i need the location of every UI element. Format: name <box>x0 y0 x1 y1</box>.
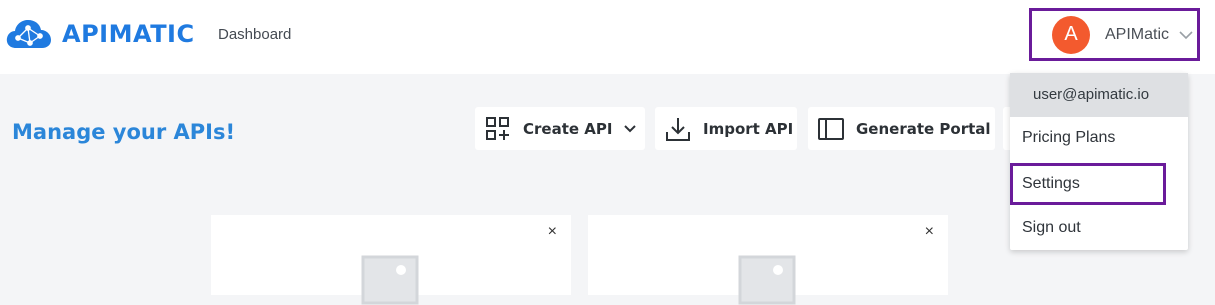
user-menu-toggle[interactable]: A APIMatic <box>1029 8 1200 61</box>
cloud-network-icon <box>6 20 51 48</box>
generate-portal-label: Generate Portal <box>856 119 991 138</box>
user-email: user@apimatic.io <box>1010 73 1188 117</box>
brand-name: APIMATIC <box>62 20 195 48</box>
menu-item-pricing-plans[interactable]: Pricing Plans <box>1022 129 1115 147</box>
generate-portal-button[interactable]: Generate Portal <box>808 107 995 150</box>
api-card[interactable]: × <box>211 215 571 305</box>
user-name: APIMatic <box>1105 25 1170 43</box>
import-api-label: Import API <box>703 119 794 138</box>
user-dropdown-menu: user@apimatic.io Pricing Plans Settings … <box>1010 73 1188 250</box>
menu-item-settings[interactable]: Settings <box>1022 175 1080 193</box>
import-api-button[interactable]: Import API <box>655 107 797 150</box>
nav-dashboard-link[interactable]: Dashboard <box>218 26 291 43</box>
create-api-label: Create API <box>523 119 613 138</box>
chevron-down-icon <box>624 124 637 132</box>
download-icon <box>666 117 690 141</box>
grid-plus-icon <box>486 116 509 140</box>
top-header: APIMATIC Dashboard A APIMatic <box>0 0 1215 74</box>
close-icon[interactable]: × <box>548 223 557 241</box>
chevron-down-icon <box>1179 30 1193 39</box>
avatar: A <box>1052 15 1090 54</box>
create-api-button[interactable]: Create API <box>475 107 645 150</box>
api-card[interactable]: × <box>588 215 948 305</box>
page-title: Manage your APIs! <box>12 120 236 144</box>
menu-item-sign-out[interactable]: Sign out <box>1022 219 1081 237</box>
image-placeholder-icon <box>738 255 796 305</box>
sidebar-layout-icon <box>818 117 844 140</box>
image-placeholder-icon <box>361 255 419 305</box>
close-icon[interactable]: × <box>925 223 934 241</box>
brand-logo[interactable]: APIMATIC <box>6 18 195 50</box>
